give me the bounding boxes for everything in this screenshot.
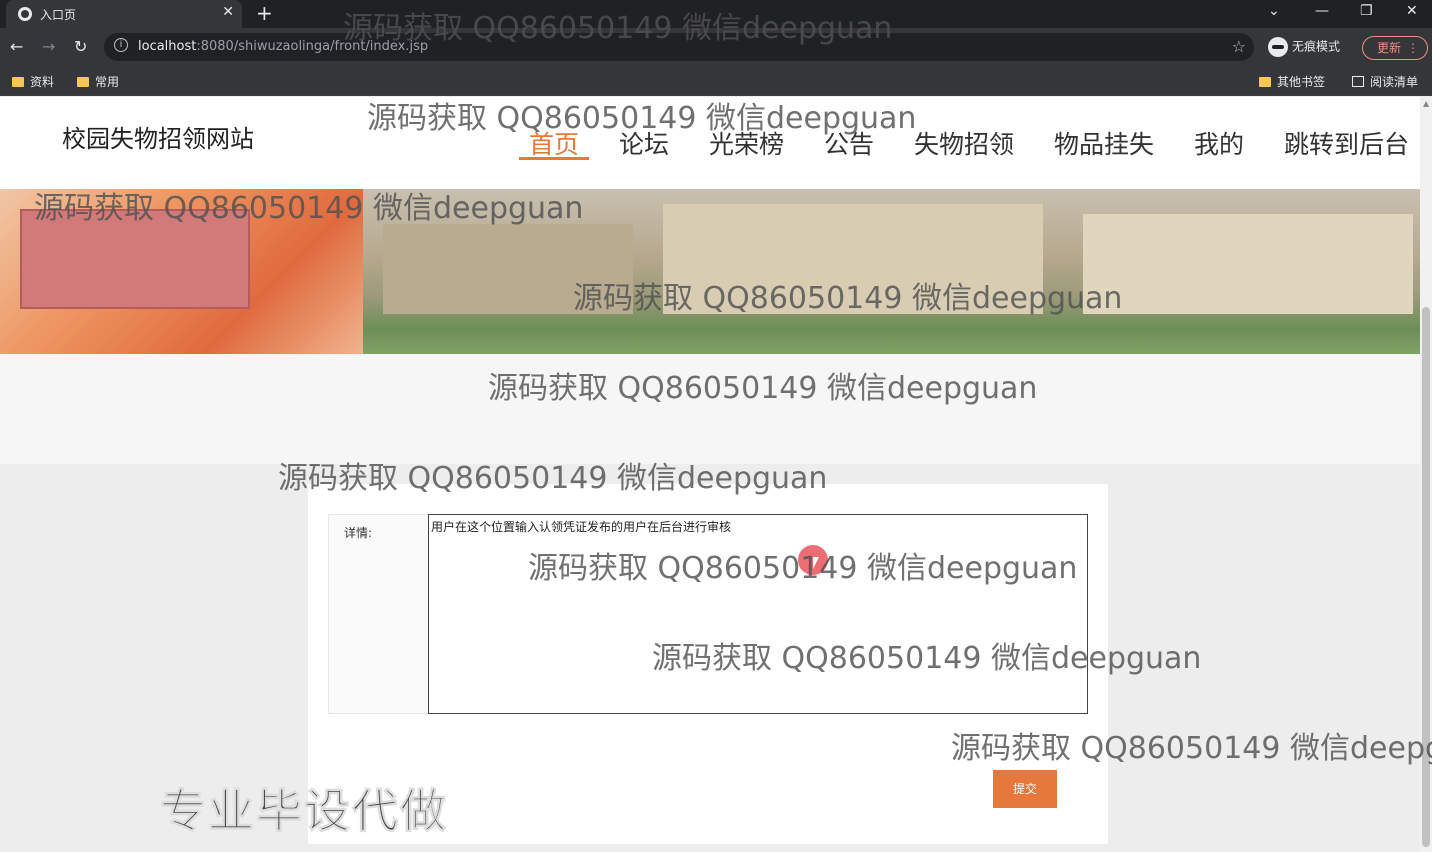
other-bookmarks[interactable]: 其他书签	[1259, 73, 1325, 90]
nav-lost-and-found[interactable]: 失物招领	[914, 125, 1014, 161]
bookmark-label: 常用	[95, 75, 120, 89]
globe-icon	[18, 7, 32, 21]
folder-icon	[77, 77, 89, 87]
detail-label: 详情:	[329, 515, 429, 713]
site-title: 校园失物招领网站	[62, 125, 254, 153]
bookmark-label: 资料	[30, 75, 55, 89]
tab-title: 入口页	[40, 8, 77, 22]
watermark: 源码获取 QQ86050149 微信deepguan	[278, 461, 828, 496]
update-button[interactable]: 更新 ⋮	[1362, 36, 1428, 60]
watermark: 源码获取 QQ86050149 微信deepguan	[488, 371, 1038, 406]
watermark: 源码获取 QQ86050149 微信deepguan	[528, 551, 1078, 586]
building-shape	[1083, 214, 1413, 314]
other-bookmarks-label: 其他书签	[1277, 75, 1326, 89]
url-host: localhost	[138, 39, 197, 54]
menu-dots-icon: ⋮	[1407, 41, 1419, 55]
bookmark-folder-changyong[interactable]: 常用	[77, 73, 119, 90]
folder-icon	[12, 77, 24, 87]
watermark: 源码获取 QQ86050149 微信deepg	[951, 731, 1432, 766]
nav-admin[interactable]: 跳转到后台	[1284, 125, 1409, 161]
incognito-icon	[1268, 37, 1288, 57]
minimize-icon[interactable]: —	[1315, 3, 1329, 19]
watermark: 源码获取 QQ86050149 微信deepguan	[573, 281, 1123, 316]
folder-icon	[1259, 77, 1271, 87]
incognito-indicator[interactable]: 无痕模式	[1268, 37, 1340, 59]
watermark: 源码获取 QQ86050149 微信deepguan	[652, 641, 1202, 676]
incognito-label: 无痕模式	[1292, 39, 1341, 54]
watermark: 源码获取 QQ86050149 微信deepguan	[367, 101, 917, 136]
window-close-icon[interactable]: ✕	[1406, 3, 1418, 19]
nav-mine[interactable]: 我的	[1194, 125, 1244, 161]
browser-tab[interactable]: 入口页 ✕	[6, 0, 242, 28]
tab-search-icon[interactable]: ⌄	[1268, 3, 1280, 19]
watermark: 源码获取 QQ86050149 微信deepguan	[34, 191, 584, 226]
nav-report-lost[interactable]: 物品挂失	[1054, 125, 1154, 161]
back-icon[interactable]: ←	[10, 37, 23, 56]
bookmark-folder-ziliao[interactable]: 资料	[12, 73, 54, 90]
site-info-icon[interactable]: i	[114, 38, 128, 52]
nav-active-underline	[519, 157, 589, 160]
bookmark-star-icon[interactable]: ☆	[1232, 37, 1246, 56]
restore-icon[interactable]: ❐	[1360, 3, 1373, 19]
reading-list[interactable]: 阅读清单	[1352, 73, 1418, 90]
reload-icon[interactable]: ↻	[74, 37, 87, 56]
submit-button[interactable]: 提交	[993, 770, 1057, 808]
scroll-up-icon[interactable]: ▲	[1423, 99, 1429, 108]
close-tab-icon[interactable]: ✕	[222, 4, 234, 20]
reading-list-label: 阅读清单	[1370, 75, 1419, 89]
forward-icon[interactable]: →	[42, 37, 55, 56]
promo-text: 专业毕设代做	[160, 784, 448, 839]
watermark: 源码获取 QQ86050149 微信deepguan	[343, 11, 893, 46]
new-tab-icon[interactable]: +	[256, 1, 273, 25]
reading-list-icon	[1352, 76, 1364, 87]
bookmarks-bar: 资料 常用 其他书签 阅读清单	[0, 66, 1432, 96]
update-label: 更新	[1377, 41, 1402, 55]
